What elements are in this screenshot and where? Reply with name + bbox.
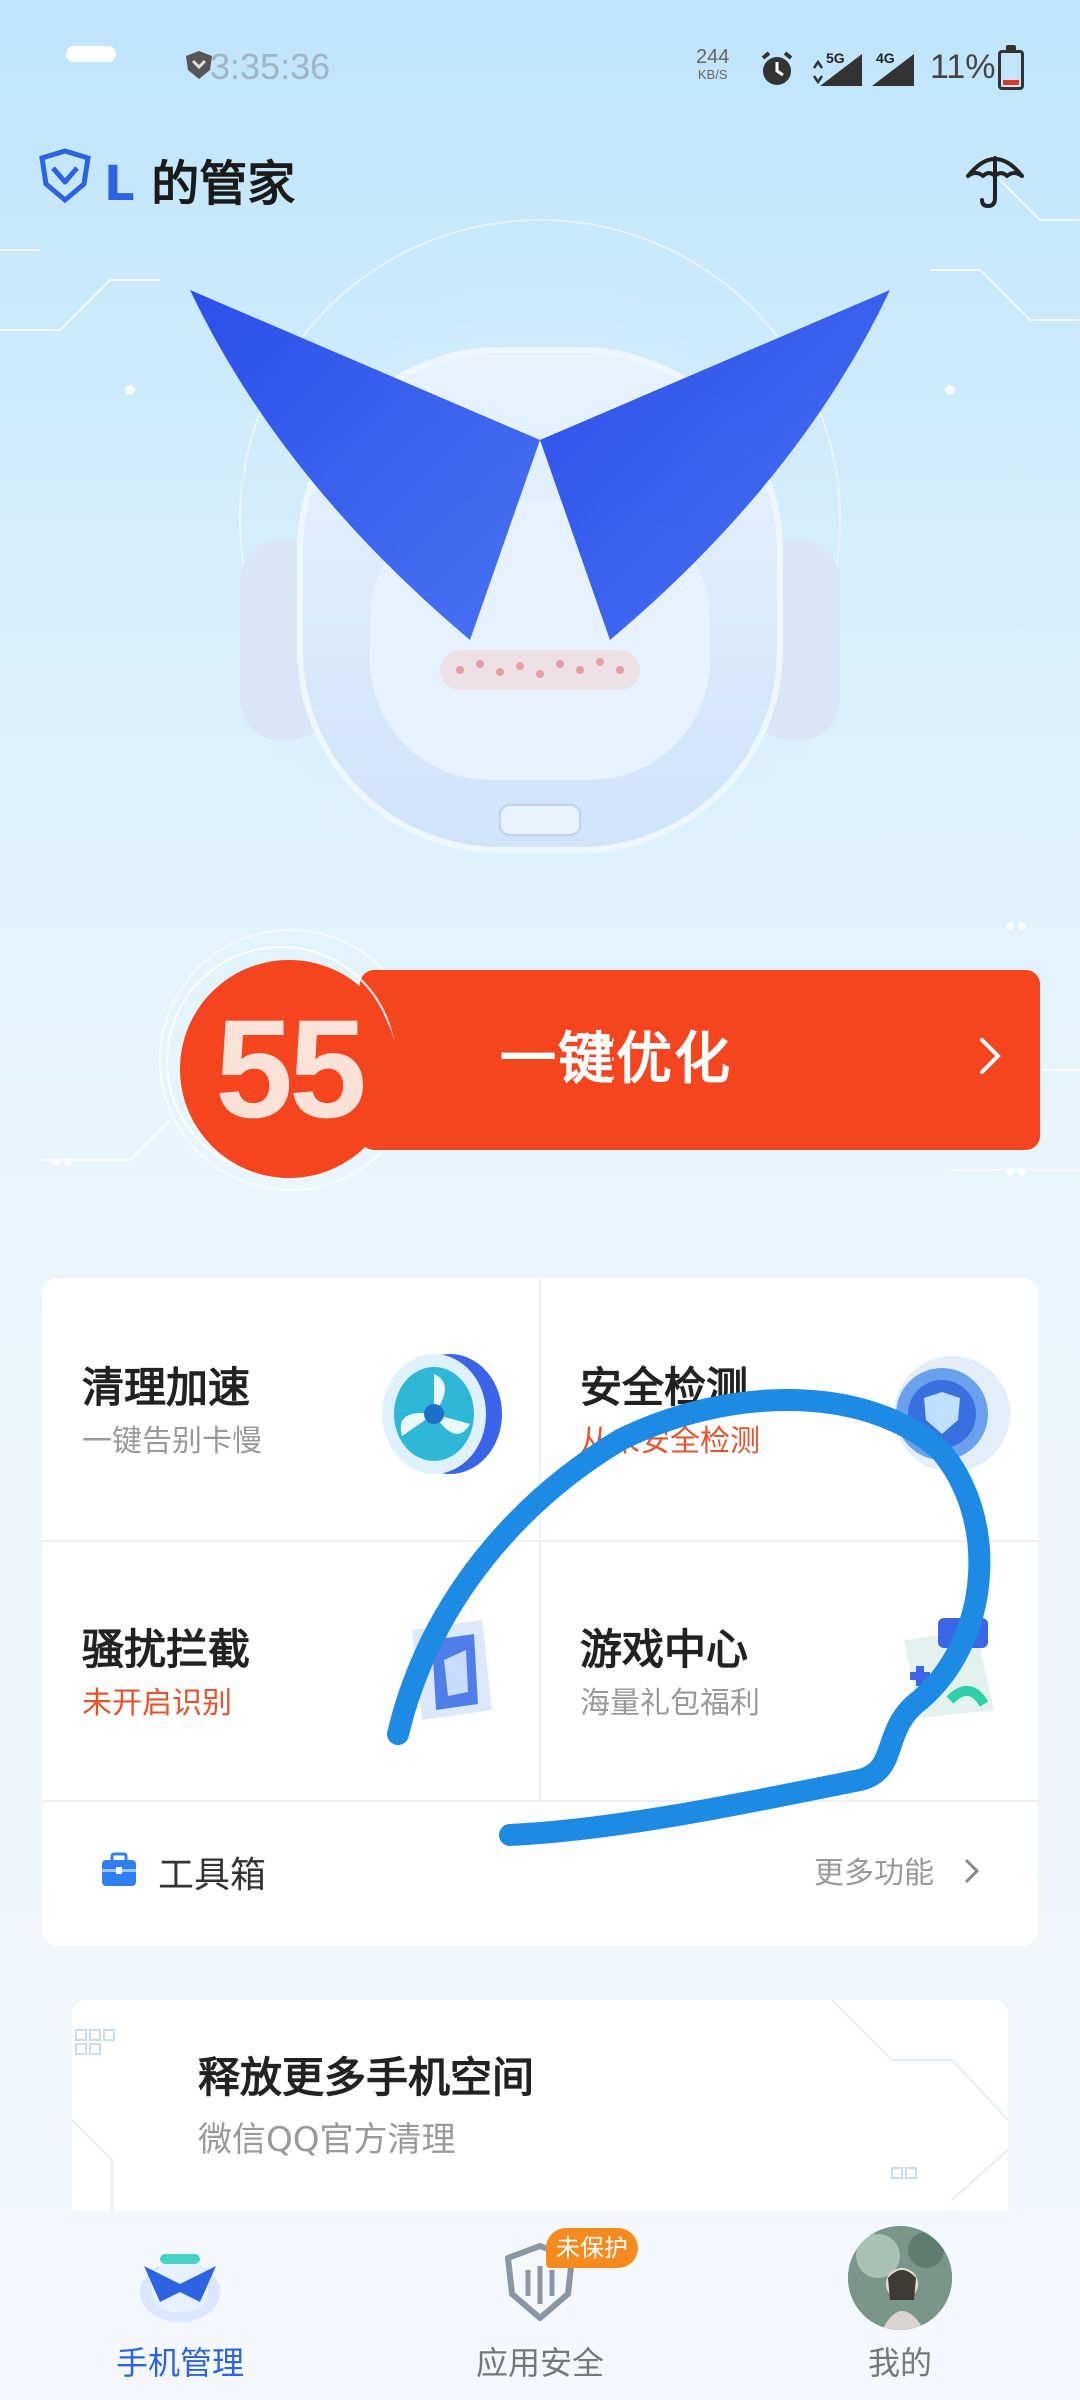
nav-label: 手机管理 <box>115 2344 244 2382</box>
feature-subtitle: 从未安全检测 <box>580 1424 760 1459</box>
nav-app-security[interactable]: 未保护 应用安全 <box>360 2210 720 2400</box>
feature-spam-block[interactable]: 骚扰拦截 未开启识别 <box>42 1540 540 1802</box>
network-speed-unit: KB/S <box>697 67 728 82</box>
spam-shield-icon <box>412 1620 492 1720</box>
mascot-robot-illustration <box>190 260 890 900</box>
security-shield-globe-icon <box>894 1356 1010 1472</box>
app-shield-logo-icon <box>39 148 91 204</box>
feature-title: 骚扰拦截 <box>82 1625 251 1674</box>
nav-label: 应用安全 <box>475 2344 604 2382</box>
signal-strength-1-icon <box>812 54 862 86</box>
battery-icon <box>998 45 1024 90</box>
feature-clean-speedup[interactable]: 清理加速 一键告别卡慢 <box>42 1278 540 1540</box>
game-controller-gift-icon <box>904 1618 994 1718</box>
optimize-section: 一键优化 55 <box>160 930 1040 1178</box>
phone-manager-robot-icon <box>140 2254 220 2322</box>
more-features-link[interactable]: 更多功能 <box>814 1848 934 1892</box>
nav-profile[interactable]: 我的 <box>720 2210 1080 2400</box>
health-score-value: 55 <box>215 990 367 1147</box>
optimize-label: 一键优化 <box>500 1027 732 1092</box>
app-title: L 的管家 <box>104 144 295 214</box>
promo-title: 释放更多手机空间 <box>198 2053 535 2102</box>
status-bar: 3:35:36 244 KB/S 5G 4G 11% <box>0 0 1080 140</box>
chevron-right-icon <box>965 1859 980 1883</box>
avatar-portrait-icon <box>848 2226 952 2330</box>
nav-phone-manager[interactable]: 手机管理 <box>0 2210 360 2400</box>
feature-card: 清理加速 一键告别卡慢 安全检测 从未安全检测 骚扰拦截 未开启识别 游戏中心 <box>42 1278 1038 1946</box>
feature-title: 清理加速 <box>82 1363 251 1412</box>
feature-subtitle: 一键告别卡慢 <box>82 1424 262 1459</box>
feature-security-scan[interactable]: 安全检测 从未安全检测 <box>540 1278 1038 1540</box>
bottom-navigation: 手机管理 未保护 应用安全 我的 <box>0 2210 1080 2400</box>
toolbox-row[interactable]: 工具箱 更多功能 <box>42 1802 1038 1946</box>
promo-decoration <box>72 2000 1008 2220</box>
one-click-optimize-button[interactable]: 一键优化 <box>360 970 1040 1150</box>
status-time: 3:35:36 <box>210 46 331 87</box>
network-speed: 244 KB/S <box>696 46 730 84</box>
signal-strength-2-icon <box>872 54 914 86</box>
battery-percent: 11% <box>930 48 996 86</box>
promo-subtitle: 微信QQ官方清理 <box>198 2120 456 2160</box>
feature-game-center[interactable]: 游戏中心 海量礼包福利 <box>540 1540 1038 1802</box>
toolbox-briefcase-icon <box>102 1852 136 1886</box>
avatar <box>848 2226 952 2330</box>
feature-title: 安全检测 <box>580 1363 749 1412</box>
health-score-badge[interactable]: 55 <box>180 960 398 1178</box>
notification-pill-icon <box>66 46 116 62</box>
feature-subtitle: 未开启识别 <box>82 1686 232 1721</box>
app-header: L 的管家 <box>0 140 1080 220</box>
feature-title: 游戏中心 <box>580 1625 749 1674</box>
umbrella-icon[interactable] <box>962 146 1028 212</box>
app-title-initial: L <box>104 156 135 212</box>
chevron-right-icon <box>980 1038 1001 1074</box>
unprotected-badge: 未保护 <box>546 2228 638 2268</box>
free-space-promo-card[interactable]: 释放更多手机空间 微信QQ官方清理 <box>72 2000 1008 2220</box>
app-title-text: 的管家 <box>134 156 296 212</box>
fan-cleaner-icon <box>382 1354 502 1474</box>
toolbox-label: 工具箱 <box>158 1855 267 1896</box>
network-speed-value: 244 <box>696 46 730 68</box>
alarm-clock-icon <box>761 51 793 85</box>
feature-subtitle: 海量礼包福利 <box>580 1686 760 1721</box>
nav-label: 我的 <box>867 2344 932 2382</box>
